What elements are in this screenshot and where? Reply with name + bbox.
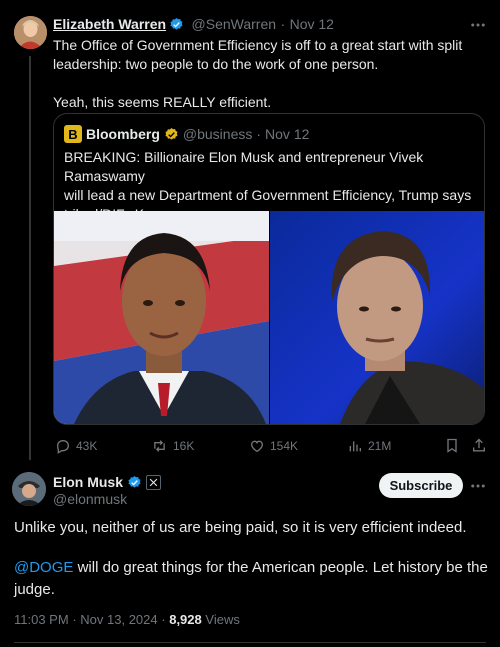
thread-connector-line [29,56,31,460]
reply-text-segment: will do great things for the American pe… [73,559,488,576]
tweet-date[interactable]: Nov 12 [290,16,334,32]
bookmark-icon[interactable] [444,437,460,459]
reply-text-line: judge. [14,581,55,598]
bottom-divider [14,642,486,643]
share-icon[interactable] [471,437,487,459]
views-count: 21M [368,439,392,453]
quote-author-name[interactable]: Bloomberg [86,126,160,142]
like-count: 154K [270,439,299,453]
repost-action[interactable]: 16K [151,438,194,454]
dot-separator: · [72,612,77,627]
tweet-header: Elizabeth Warren @SenWarren · Nov 12 [53,16,334,37]
quoted-tweet-card[interactable]: B Bloomberg @business · Nov 12 BREAKING:… [53,113,485,425]
doge-mention-link[interactable]: @DOGE [14,559,73,576]
reply-time[interactable]: 11:03 PM [14,612,69,627]
quote-handle: @business [182,126,253,142]
reply-text-line: Unlike you, neither of us are being paid… [14,519,467,536]
views-chart-icon [347,438,363,454]
reply-views-label: Views [205,612,240,627]
reply-author-name[interactable]: Elon Musk [53,474,123,490]
photo-elon-musk[interactable] [270,211,484,424]
reply-views-count: 8,928 [169,612,202,627]
author-handle[interactable]: @SenWarren [192,16,277,32]
gold-verified-badge-icon [164,127,179,142]
subscribe-button[interactable]: Subscribe [379,473,463,498]
views-action[interactable]: 21M [347,438,391,454]
reply-handle[interactable]: @elonmusk [53,491,127,507]
quote-text-line: BREAKING: Billionaire Elon Musk and entr… [64,149,424,184]
bloomberg-logo-icon: B [64,125,82,143]
repost-count: 16K [173,439,195,453]
tweet-body: The Office of Government Efficiency is o… [53,36,493,112]
verified-badge-icon [127,475,142,490]
dot-separator: · [280,16,286,32]
repost-icon [151,438,168,454]
avatar-elizabeth-warren[interactable] [14,16,47,49]
dot-separator: · [256,126,262,142]
like-action[interactable]: 154K [249,438,298,454]
verified-badge-icon [169,17,184,37]
tweet-text-line: Yeah, this seems REALLY efficient. [53,94,272,110]
tweet-text-line: leadership: two people to do the work of… [53,56,379,72]
reply-header: Elon Musk [53,474,162,490]
quote-date: Nov 12 [265,126,310,142]
reply-count: 43K [76,439,98,453]
quote-text-line: will lead a new Department of Government… [64,187,472,203]
reply-icon [55,438,71,454]
reply-text-line: @DOGE will do great things for the Ameri… [14,557,490,579]
reply-timestamp-row: 11:03 PM · Nov 13, 2024 · 8,928 Views [14,612,240,627]
reply-body: Unlike you, neither of us are being paid… [14,517,490,601]
dot-separator: · [161,612,166,627]
x-affiliate-icon [146,474,162,490]
quote-header: B Bloomberg @business · Nov 12 [64,125,309,143]
reply-action[interactable]: 43K [55,438,97,454]
author-name[interactable]: Elizabeth Warren [53,16,166,32]
reply-date[interactable]: Nov 13, 2024 [80,612,157,627]
photo-vivek-ramaswamy[interactable] [54,211,269,424]
more-options-icon[interactable] [469,477,487,500]
avatar-elon-musk[interactable] [12,472,46,506]
heart-icon [249,438,265,454]
tweet-text-line: The Office of Government Efficiency is o… [53,37,463,53]
